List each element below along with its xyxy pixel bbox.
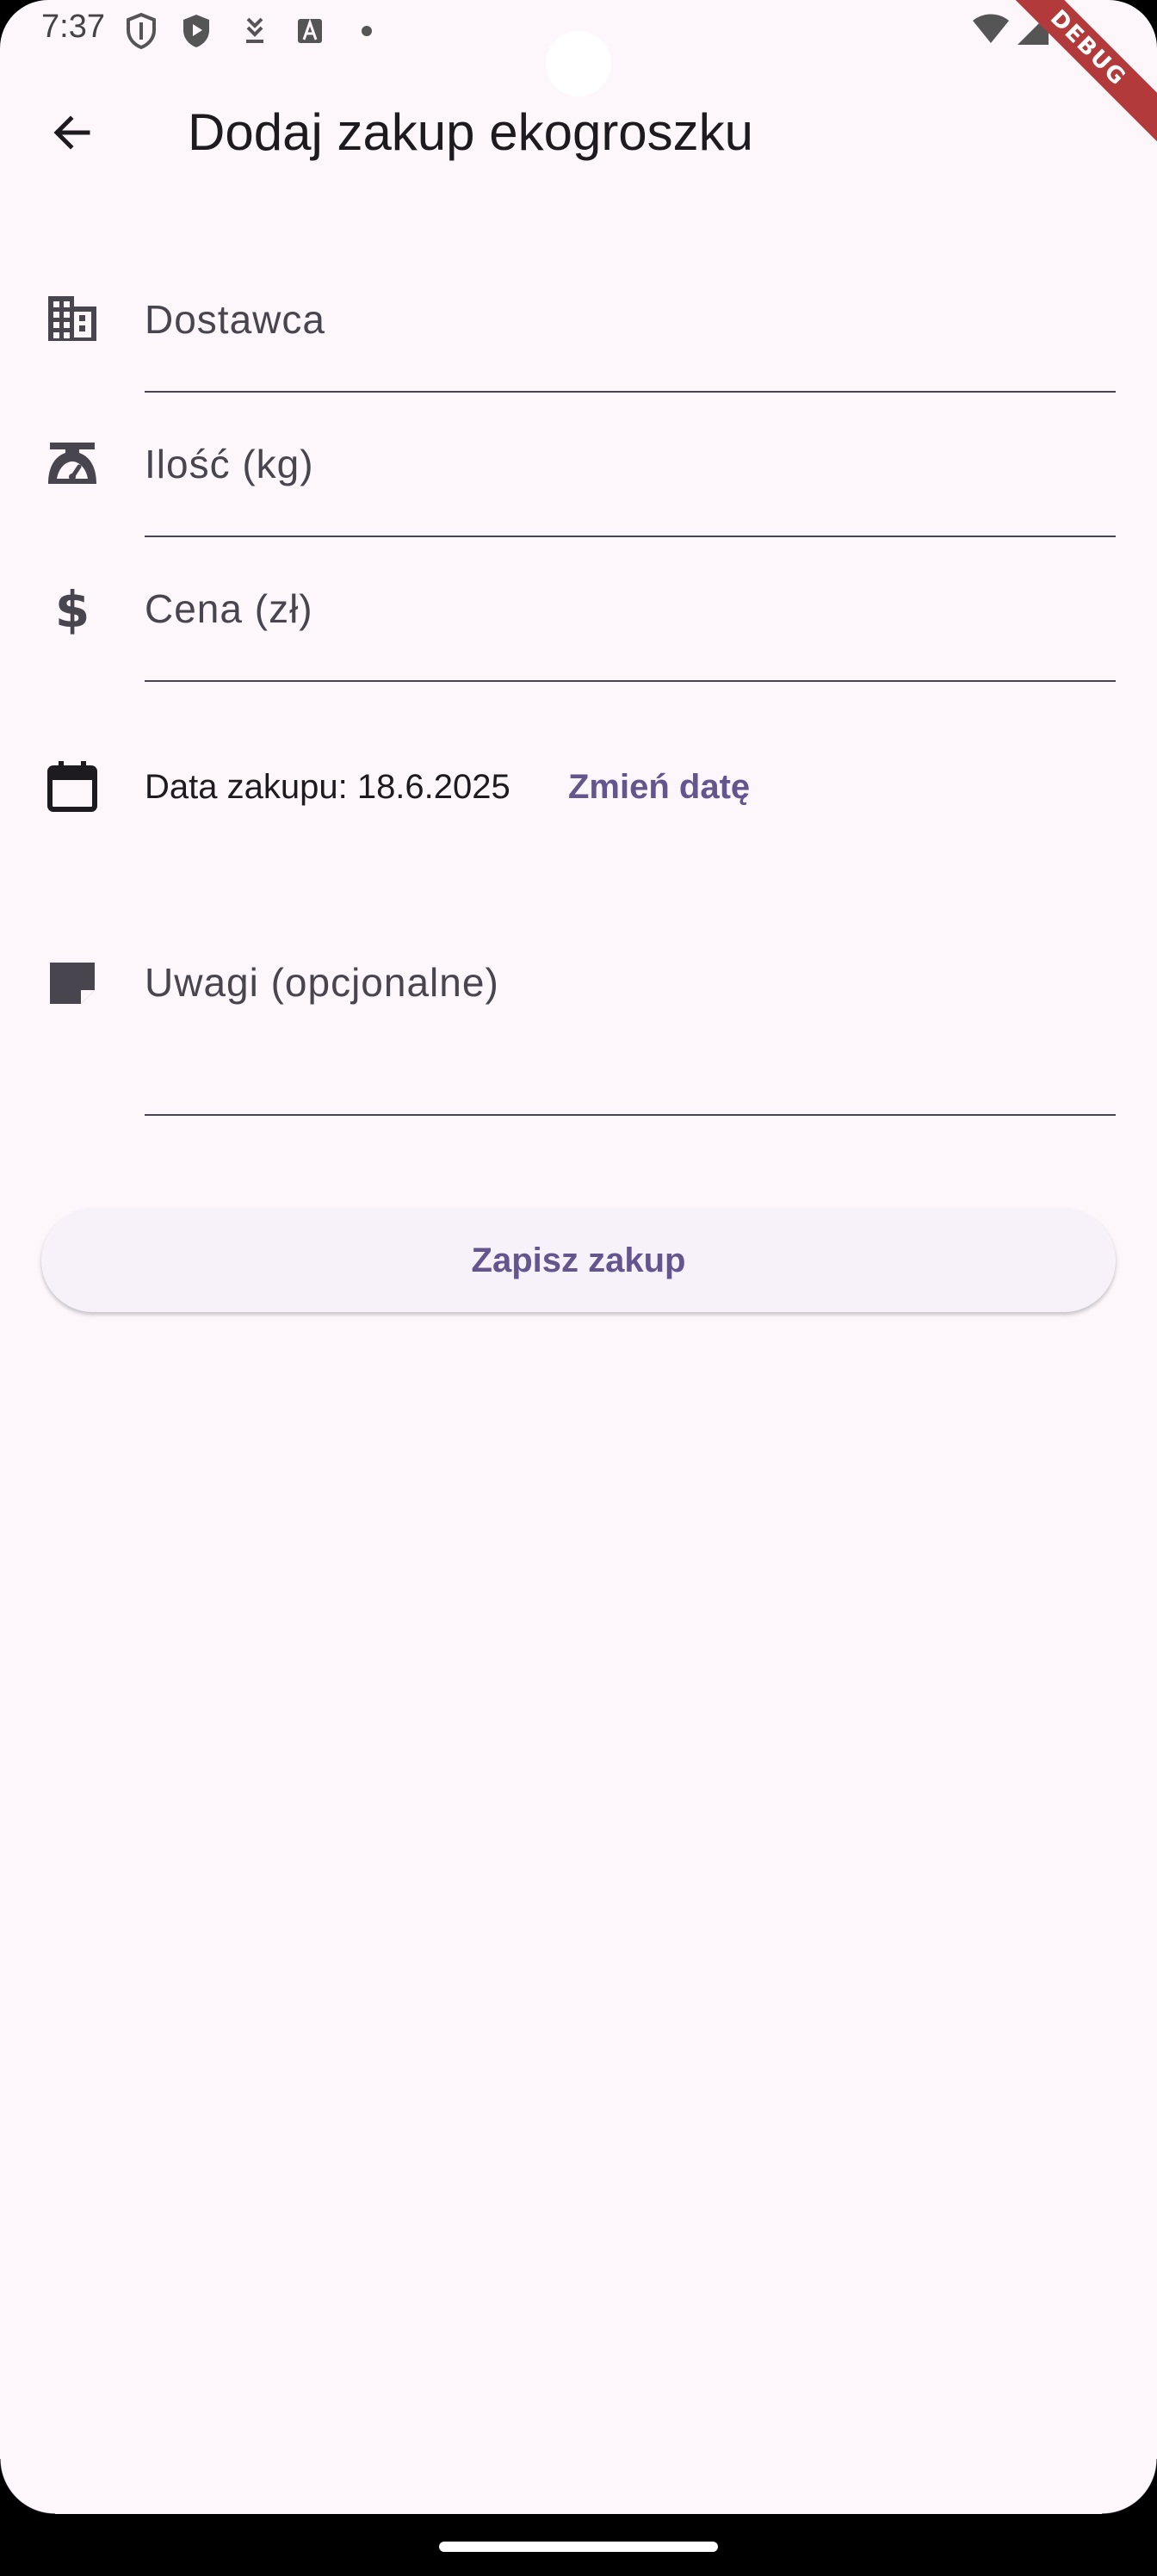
home-gesture-handle[interactable] <box>439 2542 718 2552</box>
shield-outline-icon <box>127 12 156 50</box>
shield-play-icon <box>183 15 209 47</box>
notes-field[interactable]: Uwagi (opcjonalne) <box>145 935 1116 1116</box>
note-icon <box>41 952 103 1014</box>
price-label: Cena (zł) <box>145 586 313 631</box>
status-time: 7:37 <box>41 9 105 45</box>
dollar-icon: $ <box>41 577 103 639</box>
building-icon <box>41 288 103 350</box>
screen-corner <box>1102 2459 1157 2514</box>
supplier-field[interactable]: Dostawca <box>145 272 1116 393</box>
font-a-icon <box>298 18 322 43</box>
status-bar: 7:37 DEBUG <box>0 0 1157 152</box>
app-bar: Dodaj zakup ekogroszku <box>0 76 1157 189</box>
quantity-label: Ilość (kg) <box>145 442 314 486</box>
supplier-label: Dostawca <box>145 297 325 342</box>
page-title: Dodaj zakup ekogroszku <box>188 103 754 161</box>
back-button[interactable] <box>31 91 114 174</box>
change-date-button[interactable]: Zmień datę <box>553 751 765 823</box>
arrow-back-icon <box>53 115 90 150</box>
svg-text:$: $ <box>55 580 90 635</box>
wifi-icon <box>973 14 1009 43</box>
screen-corner <box>0 2459 55 2514</box>
app-screen: 7:37 DEBUG Dodaj zakup ekogroszku Dostaw… <box>0 0 1157 2576</box>
save-purchase-button[interactable]: Zapisz zakup <box>41 1209 1116 1312</box>
scale-icon <box>41 432 103 494</box>
calendar-icon <box>41 756 103 818</box>
download-icon <box>246 17 263 43</box>
dot-icon <box>362 26 372 36</box>
price-field[interactable]: Cena (zł) <box>145 561 1116 682</box>
quantity-field[interactable]: Ilość (kg) <box>145 417 1116 537</box>
notes-label: Uwagi (opcjonalne) <box>145 960 499 1005</box>
purchase-date-text: Data zakupu: 18.6.2025 <box>145 768 510 806</box>
